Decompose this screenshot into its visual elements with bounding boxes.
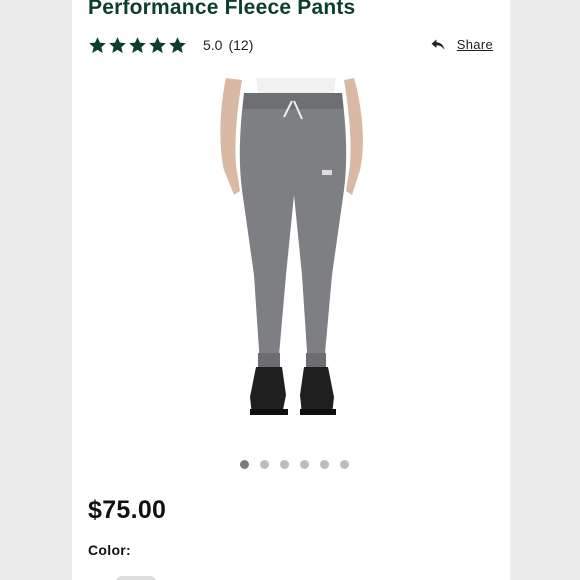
rating-row[interactable]: 5.0 (12) bbox=[88, 33, 253, 57]
star-icon bbox=[129, 36, 146, 53]
color-label: Color: bbox=[88, 542, 132, 558]
carousel-dot[interactable] bbox=[260, 460, 269, 469]
share-button[interactable]: Share bbox=[431, 37, 493, 52]
product-price: $75.00 bbox=[88, 496, 167, 524]
star-icon bbox=[149, 36, 166, 53]
product-page: Performance Fleece Pants 5.0 (12) Share bbox=[72, 0, 510, 580]
star-rating bbox=[88, 36, 187, 55]
carousel-dot[interactable] bbox=[340, 460, 349, 469]
star-icon bbox=[169, 36, 186, 53]
review-count[interactable]: (12) bbox=[228, 37, 253, 53]
product-title: Performance Fleece Pants bbox=[88, 0, 356, 19]
star-icon bbox=[89, 36, 106, 53]
carousel-dot[interactable] bbox=[320, 460, 329, 469]
color-swatch[interactable] bbox=[116, 576, 156, 580]
carousel-dot[interactable] bbox=[280, 460, 289, 469]
star-icon bbox=[109, 36, 126, 53]
share-label[interactable]: Share bbox=[457, 37, 493, 52]
rating-value: 5.0 bbox=[203, 37, 223, 53]
share-arrow-icon bbox=[431, 39, 445, 50]
carousel-dot[interactable] bbox=[300, 460, 309, 469]
carousel-indicator bbox=[72, 460, 510, 469]
product-image[interactable] bbox=[202, 75, 387, 425]
carousel-dot[interactable] bbox=[240, 460, 249, 469]
